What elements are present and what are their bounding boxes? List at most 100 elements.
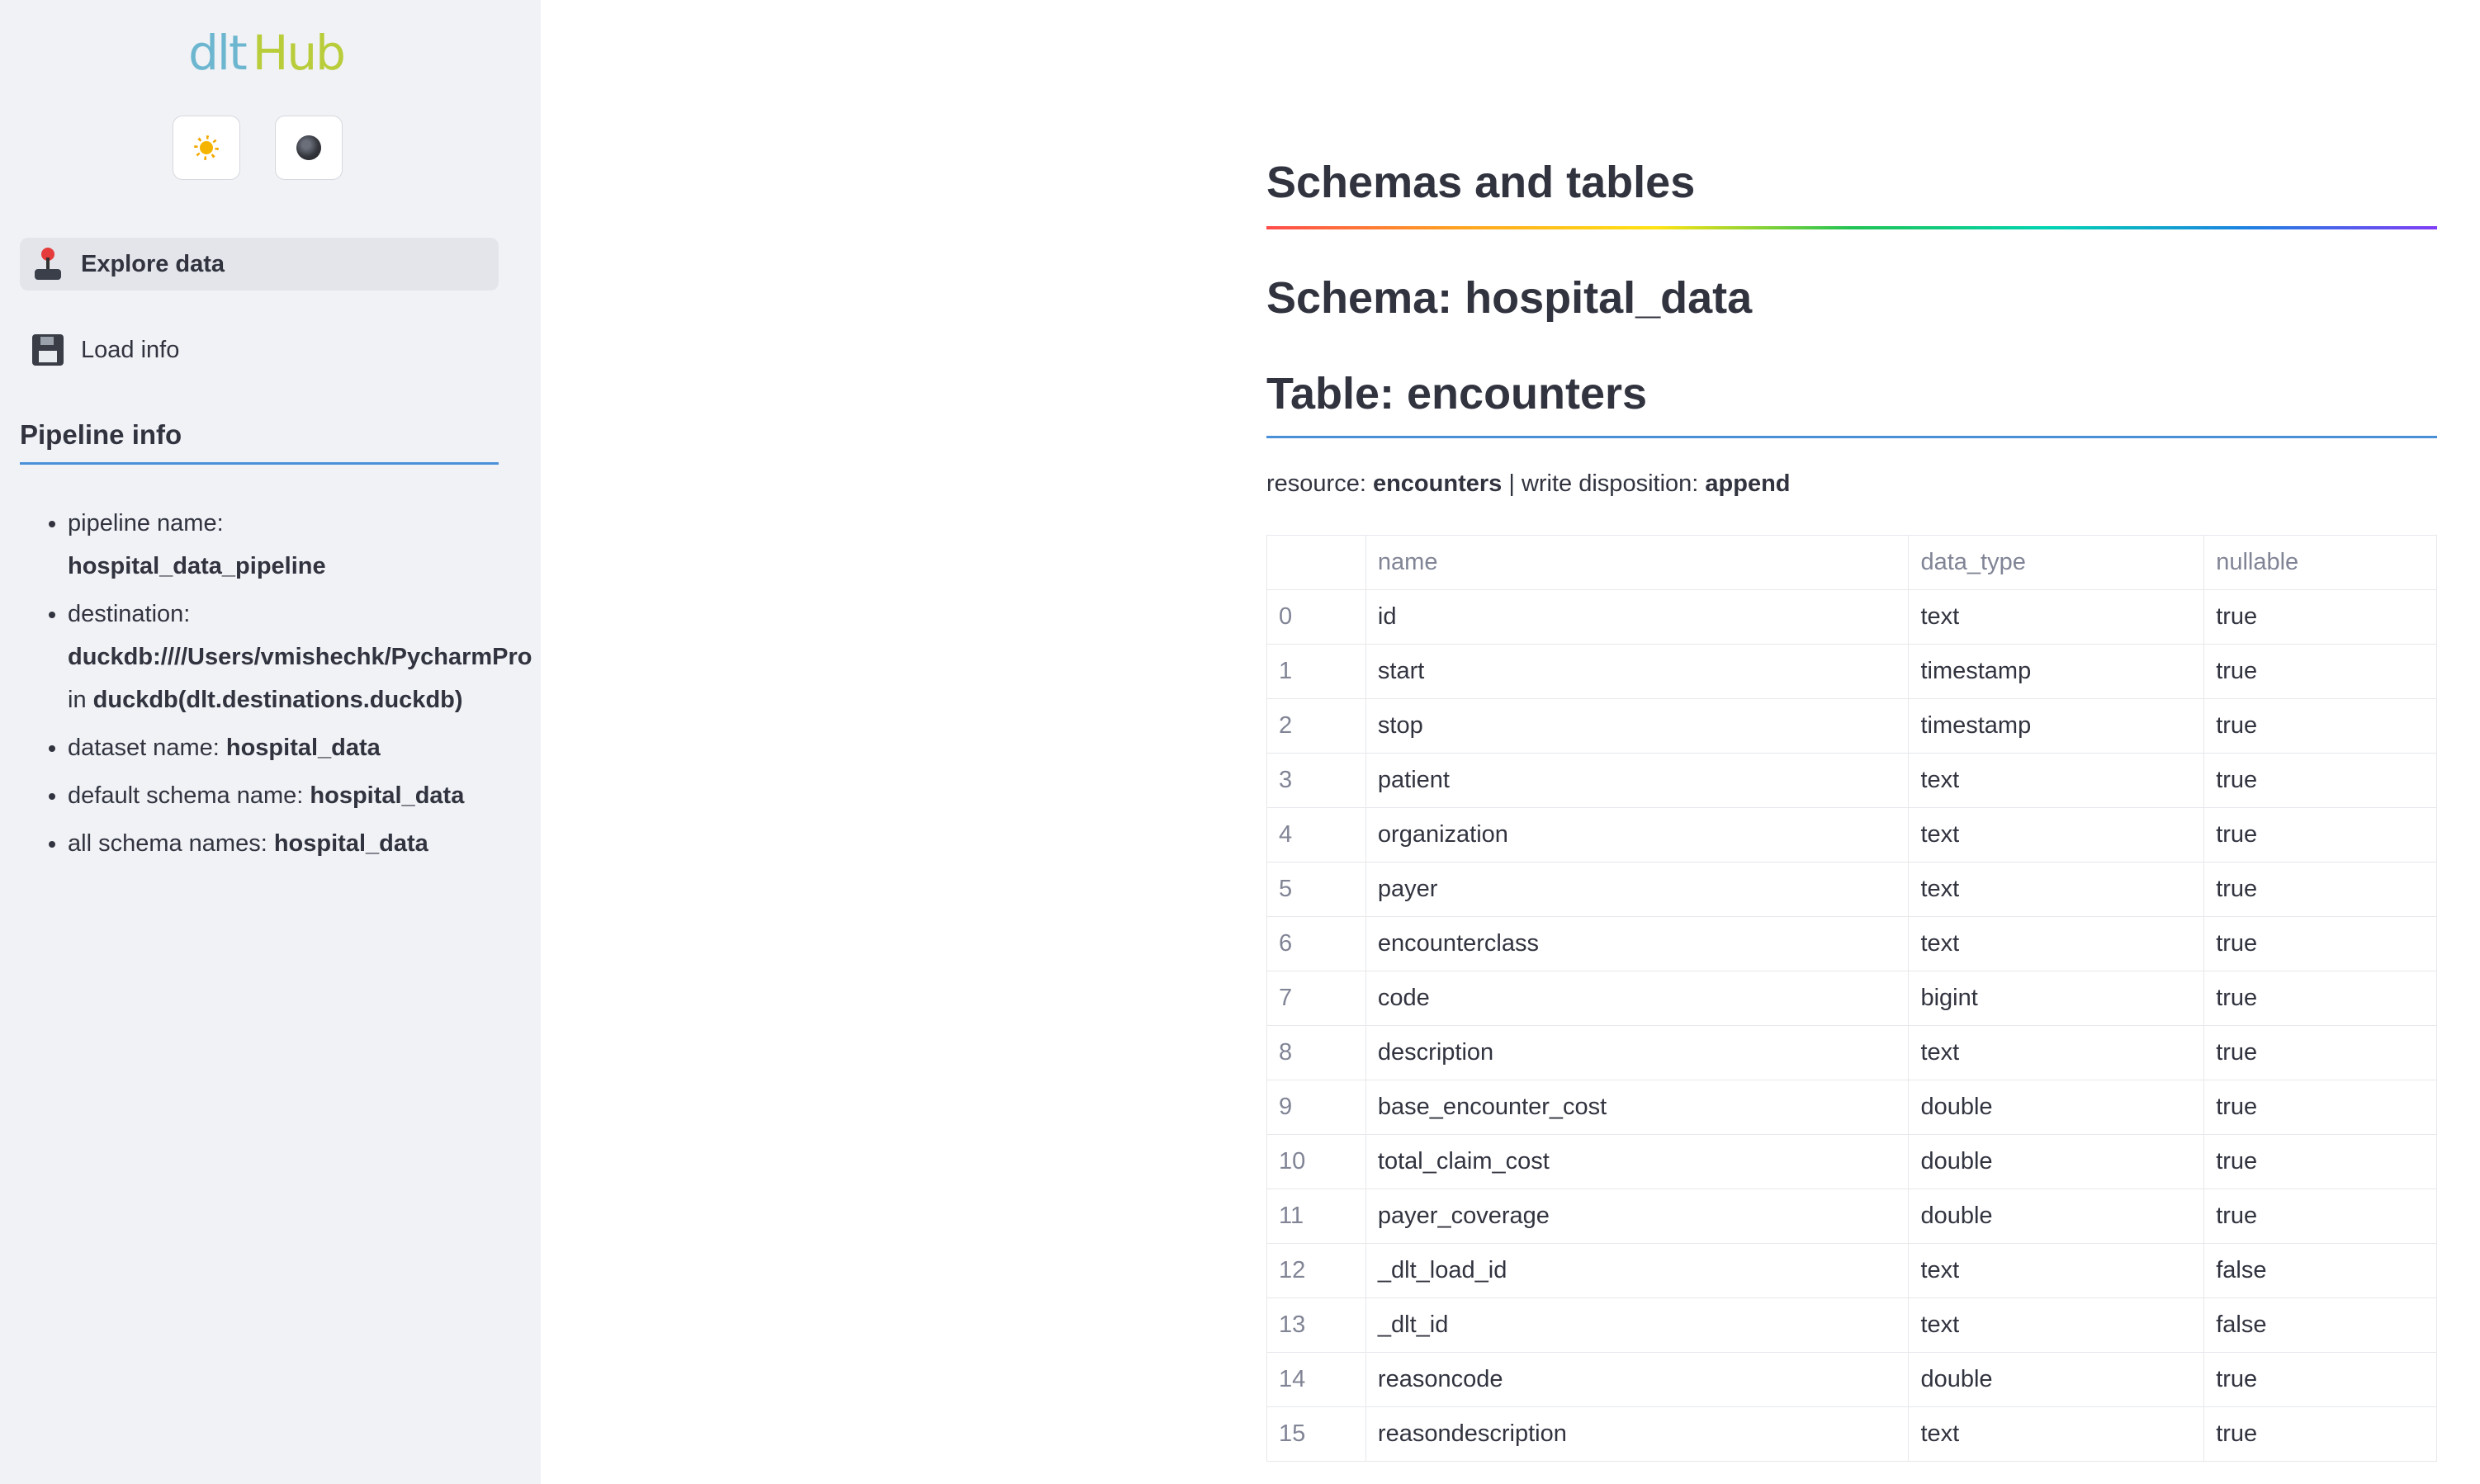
data-type-cell[interactable]: double	[1908, 1080, 2205, 1135]
name-cell[interactable]: payer_coverage	[1365, 1189, 1910, 1244]
sidebar-item-load-info[interactable]: Load info	[20, 324, 499, 376]
dark-theme-button[interactable]	[275, 116, 343, 180]
name-cell[interactable]: total_claim_cost	[1365, 1134, 1910, 1189]
table-row[interactable]: 12 _dlt_load_id text false	[1266, 1243, 2437, 1298]
column-header-name[interactable]: name	[1365, 535, 1910, 590]
data-type-cell[interactable]: bigint	[1908, 971, 2205, 1026]
row-index-cell[interactable]: 11	[1266, 1189, 1366, 1244]
row-index-cell[interactable]: 15	[1266, 1406, 1366, 1462]
pipeline-name-label: pipeline name:	[68, 510, 224, 536]
row-index-cell[interactable]: 9	[1266, 1080, 1366, 1135]
data-type-cell[interactable]: timestamp	[1908, 698, 2205, 754]
row-index-cell[interactable]: 7	[1266, 971, 1366, 1026]
schema-heading: Schema: hospital_data	[1266, 273, 1753, 323]
name-cell[interactable]: start	[1365, 644, 1910, 699]
list-item: pipeline name: hospital_data_pipeline	[68, 502, 541, 588]
name-cell[interactable]: patient	[1365, 753, 1910, 808]
data-type-cell[interactable]: text	[1908, 753, 2205, 808]
nullable-cell[interactable]: false	[2203, 1243, 2437, 1298]
logo-hub: Hub	[252, 25, 346, 81]
table-row[interactable]: 1 start timestamp true	[1266, 644, 2437, 699]
nullable-cell[interactable]: true	[2203, 753, 2437, 808]
table-row[interactable]: 5 payer text true	[1266, 862, 2437, 917]
row-index-cell[interactable]: 2	[1266, 698, 1366, 754]
row-index-cell[interactable]: 8	[1266, 1025, 1366, 1080]
nullable-cell[interactable]: true	[2203, 1080, 2437, 1135]
name-cell[interactable]: encounterclass	[1365, 916, 1910, 971]
name-cell[interactable]: _dlt_id	[1365, 1297, 1910, 1353]
table-row[interactable]: 7 code bigint true	[1266, 971, 2437, 1026]
data-type-cell[interactable]: double	[1908, 1134, 2205, 1189]
table-row[interactable]: 9 base_encounter_cost double true	[1266, 1080, 2437, 1135]
name-cell[interactable]: payer	[1365, 862, 1910, 917]
table-row[interactable]: 2 stop timestamp true	[1266, 698, 2437, 754]
row-index-cell[interactable]: 5	[1266, 862, 1366, 917]
table-row[interactable]: 4 organization text true	[1266, 807, 2437, 863]
nullable-cell[interactable]: true	[2203, 1134, 2437, 1189]
column-header-nullable[interactable]: nullable	[2203, 535, 2437, 590]
table-row[interactable]: 15 reasondescription text true	[1266, 1406, 2437, 1462]
name-cell[interactable]: reasoncode	[1365, 1352, 1910, 1407]
data-type-cell[interactable]: text	[1908, 1406, 2205, 1462]
write-disposition-label: write disposition:	[1521, 470, 1699, 497]
column-header-data-type[interactable]: data_type	[1908, 535, 2205, 590]
data-type-cell[interactable]: text	[1908, 1025, 2205, 1080]
separator: |	[1508, 470, 1515, 497]
name-cell[interactable]: stop	[1365, 698, 1910, 754]
data-type-cell[interactable]: text	[1908, 916, 2205, 971]
nullable-cell[interactable]: true	[2203, 1189, 2437, 1244]
table-header-row: name data_type nullable	[1266, 535, 2437, 590]
nullable-cell[interactable]: true	[2203, 698, 2437, 754]
data-type-cell[interactable]: text	[1908, 1297, 2205, 1353]
table-row[interactable]: 11 payer_coverage double true	[1266, 1189, 2437, 1244]
name-cell[interactable]: reasondescription	[1365, 1406, 1910, 1462]
table-row[interactable]: 10 total_claim_cost double true	[1266, 1134, 2437, 1189]
row-index-cell[interactable]: 12	[1266, 1243, 1366, 1298]
light-theme-button[interactable]	[173, 116, 240, 180]
name-cell[interactable]: organization	[1365, 807, 1910, 863]
data-type-cell[interactable]: text	[1908, 862, 2205, 917]
row-index-cell[interactable]: 4	[1266, 807, 1366, 863]
name-cell[interactable]: base_encounter_cost	[1365, 1080, 1910, 1135]
data-type-cell[interactable]: text	[1908, 1243, 2205, 1298]
table-row[interactable]: 14 reasoncode double true	[1266, 1352, 2437, 1407]
row-index-cell[interactable]: 3	[1266, 753, 1366, 808]
nullable-cell[interactable]: false	[2203, 1297, 2437, 1353]
nullable-cell[interactable]: true	[2203, 589, 2437, 645]
columns-table[interactable]: name data_type nullable 0 id text true 1 star…	[1266, 535, 2437, 1462]
nullable-cell[interactable]: true	[2203, 644, 2437, 699]
nullable-cell[interactable]: true	[2203, 807, 2437, 863]
data-type-cell[interactable]: text	[1908, 589, 2205, 645]
data-type-cell[interactable]: double	[1908, 1189, 2205, 1244]
nullable-cell[interactable]: true	[2203, 862, 2437, 917]
column-header-index[interactable]	[1266, 535, 1366, 590]
name-cell[interactable]: description	[1365, 1025, 1910, 1080]
row-index-cell[interactable]: 14	[1266, 1352, 1366, 1407]
table-row[interactable]: 13 _dlt_id text false	[1266, 1297, 2437, 1353]
nullable-cell[interactable]: true	[2203, 1406, 2437, 1462]
default-schema-label: default schema name:	[68, 782, 304, 809]
sidebar-item-explore-data[interactable]: Explore data	[20, 238, 499, 291]
table-row[interactable]: 6 encounterclass text true	[1266, 916, 2437, 971]
nullable-cell[interactable]: true	[2203, 971, 2437, 1026]
name-cell[interactable]: code	[1365, 971, 1910, 1026]
joystick-icon	[31, 248, 64, 281]
nullable-cell[interactable]: true	[2203, 1352, 2437, 1407]
table-row[interactable]: 3 patient text true	[1266, 753, 2437, 808]
data-type-cell[interactable]: text	[1908, 807, 2205, 863]
row-index-cell[interactable]: 10	[1266, 1134, 1366, 1189]
table-row[interactable]: 8 description text true	[1266, 1025, 2437, 1080]
dlthub-logo: dlt Hub	[0, 25, 532, 81]
name-cell[interactable]: id	[1365, 589, 1910, 645]
row-index-cell[interactable]: 0	[1266, 589, 1366, 645]
row-index-cell[interactable]: 6	[1266, 916, 1366, 971]
table-body: 0 id text true 1 start timestamp true 2 stop times…	[1266, 589, 2437, 1462]
name-cell[interactable]: _dlt_load_id	[1365, 1243, 1910, 1298]
nullable-cell[interactable]: true	[2203, 1025, 2437, 1080]
row-index-cell[interactable]: 13	[1266, 1297, 1366, 1353]
table-row[interactable]: 0 id text true	[1266, 589, 2437, 645]
row-index-cell[interactable]: 1	[1266, 644, 1366, 699]
data-type-cell[interactable]: double	[1908, 1352, 2205, 1407]
nullable-cell[interactable]: true	[2203, 916, 2437, 971]
data-type-cell[interactable]: timestamp	[1908, 644, 2205, 699]
